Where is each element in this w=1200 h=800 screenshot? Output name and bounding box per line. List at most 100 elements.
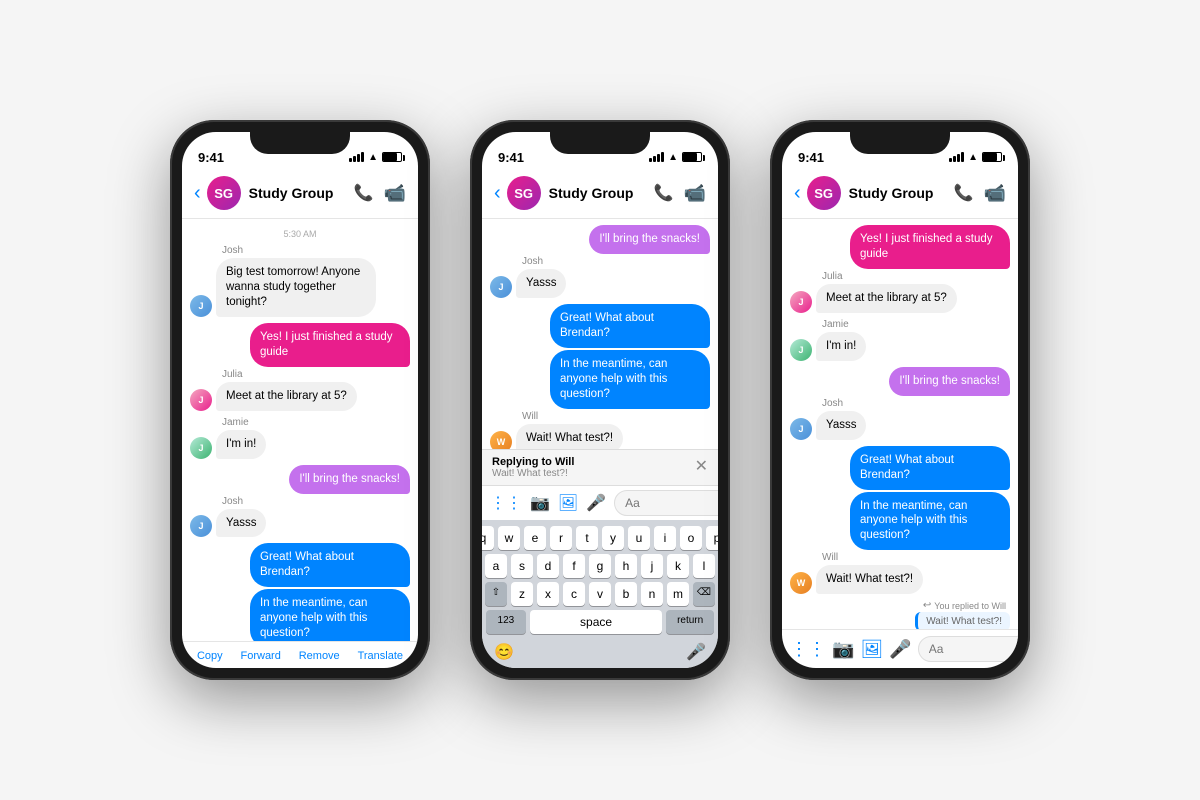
key-l[interactable]: l: [693, 554, 715, 578]
key-return[interactable]: return: [666, 610, 714, 634]
reply-to-label: Replying to Will: [492, 456, 574, 468]
key-c[interactable]: c: [563, 582, 585, 606]
msg-avatar-p3-jamie: J: [790, 339, 812, 361]
msg-row-3: J Meet at the library at 5?: [190, 382, 410, 411]
nav-bar-2: ‹ SG Study Group 📞 📹: [482, 172, 718, 219]
msg-row-6: J Yasss: [190, 509, 410, 538]
key-e[interactable]: e: [524, 526, 546, 550]
message-input-2[interactable]: [614, 490, 718, 516]
msg-group-josh-2: Josh J Yasss: [190, 496, 410, 538]
key-g[interactable]: g: [589, 554, 611, 578]
key-q[interactable]: q: [482, 526, 494, 550]
call-icon-1[interactable]: 📞: [354, 183, 374, 203]
kb-row-3: ⇧ z x c v b n m ⌫: [486, 582, 714, 606]
key-b[interactable]: b: [615, 582, 637, 606]
chat-title-2: Study Group: [549, 185, 654, 201]
bubble-p3-4: I'll bring the snacks!: [889, 367, 1010, 396]
key-backspace[interactable]: ⌫: [693, 582, 715, 606]
msg-avatar-josh-1: J: [190, 295, 212, 317]
key-p[interactable]: p: [706, 526, 718, 550]
apps-icon-3[interactable]: ⋮⋮: [790, 639, 826, 660]
translate-button[interactable]: Translate: [358, 650, 403, 662]
bubble-5: I'll bring the snacks!: [289, 465, 410, 494]
sender-name-p2-josh: Josh: [522, 256, 710, 267]
nav-icons-3: 📞 📹: [954, 183, 1006, 204]
avatar-2: SG: [507, 176, 541, 210]
key-y[interactable]: y: [602, 526, 624, 550]
forward-button[interactable]: Forward: [241, 650, 281, 662]
message-input-3[interactable]: [918, 636, 1018, 662]
key-u[interactable]: u: [628, 526, 650, 550]
signal-icon-2: [649, 152, 664, 162]
messages-area-1: 5:30 AM Josh J Big test tomorrow! Anyone…: [182, 219, 418, 641]
msg-row-p2-1: I'll bring the snacks!: [490, 225, 710, 254]
action-menu-1: Copy Forward Remove Translate: [182, 641, 418, 668]
nav-icons-1: 📞 📹: [354, 183, 406, 204]
mic-btn-kb[interactable]: 🎤: [686, 642, 706, 662]
photo-icon-3[interactable]: 🖼: [860, 639, 883, 660]
camera-icon-3[interactable]: 📷: [832, 639, 854, 660]
key-m[interactable]: m: [667, 582, 689, 606]
msg-group-julia-1: Julia J Meet at the library at 5?: [190, 369, 410, 411]
key-h[interactable]: h: [615, 554, 637, 578]
status-icons-3: ▲: [949, 152, 1002, 163]
emoji-btn-kb[interactable]: 😊: [494, 642, 514, 662]
msg-row-p3-1: Yes! I just finished a study guide: [790, 225, 1010, 269]
key-v[interactable]: v: [589, 582, 611, 606]
msg-group-jamie-1: Jamie J I'm in!: [190, 417, 410, 459]
key-r[interactable]: r: [550, 526, 572, 550]
key-w[interactable]: w: [498, 526, 520, 550]
key-i[interactable]: i: [654, 526, 676, 550]
remove-button[interactable]: Remove: [299, 650, 340, 662]
video-icon-3[interactable]: 📹: [984, 183, 1006, 204]
back-button-2[interactable]: ‹: [494, 182, 501, 205]
key-t[interactable]: t: [576, 526, 598, 550]
keyboard-bar-2: ⋮⋮ 📷 🖼 🎤 😊 👍: [482, 485, 718, 520]
msg-group-p2-will: Will W Wait! What test?!: [490, 411, 710, 449]
sender-name-julia-1: Julia: [222, 369, 410, 380]
key-o[interactable]: o: [680, 526, 702, 550]
key-shift[interactable]: ⇧: [485, 582, 507, 606]
back-button-3[interactable]: ‹: [794, 182, 801, 205]
reply-close-btn[interactable]: ✕: [695, 456, 708, 476]
key-space[interactable]: space: [530, 610, 663, 634]
screen-3: 9:41 ▲ ‹ SG Study Group: [782, 132, 1018, 668]
back-button-1[interactable]: ‹: [194, 182, 201, 205]
sender-name-josh-2: Josh: [222, 496, 410, 507]
time-2: 9:41: [498, 150, 524, 165]
key-z[interactable]: z: [511, 582, 533, 606]
mic-icon-3[interactable]: 🎤: [889, 639, 911, 660]
key-x[interactable]: x: [537, 582, 559, 606]
screen-1: 9:41 ▲ ‹ SG Study Group: [182, 132, 418, 668]
nav-bar-1: ‹ SG Study Group 📞 📹: [182, 172, 418, 219]
key-s[interactable]: s: [511, 554, 533, 578]
camera-icon[interactable]: 📷: [530, 493, 550, 513]
replied-msg-p3: Wait! What test?!: [915, 612, 1010, 629]
copy-button[interactable]: Copy: [197, 650, 223, 662]
key-123[interactable]: 123: [486, 610, 526, 634]
video-icon-1[interactable]: 📹: [384, 183, 406, 204]
photo-icon[interactable]: 🖼: [558, 493, 578, 513]
chat-title-1: Study Group: [249, 185, 354, 201]
msg-avatar-p2-will: W: [490, 431, 512, 450]
bubble-1: Big test tomorrow! Anyone wanna study to…: [216, 258, 376, 317]
msg-avatar-p2-josh: J: [490, 276, 512, 298]
reply-preview-2: Replying to Will Wait! What test?! ✕: [482, 449, 718, 485]
bubble-p3-8: Wait! What test?!: [816, 565, 923, 594]
phone-3: 9:41 ▲ ‹ SG Study Group: [770, 120, 1030, 680]
key-d[interactable]: d: [537, 554, 559, 578]
msg-row-7: Great! What about Brendan?: [190, 543, 410, 587]
key-n[interactable]: n: [641, 582, 663, 606]
call-icon-3[interactable]: 📞: [954, 183, 974, 203]
key-k[interactable]: k: [667, 554, 689, 578]
bubble-3: Meet at the library at 5?: [216, 382, 357, 411]
apps-icon[interactable]: ⋮⋮: [490, 493, 522, 513]
msg-row-p3-5: J Yasss: [790, 411, 1010, 440]
key-a[interactable]: a: [485, 554, 507, 578]
key-f[interactable]: f: [563, 554, 585, 578]
video-icon-2[interactable]: 📹: [684, 183, 706, 204]
msg-avatar-jamie-1: J: [190, 437, 212, 459]
mic-icon[interactable]: 🎤: [586, 493, 606, 513]
call-icon-2[interactable]: 📞: [654, 183, 674, 203]
key-j[interactable]: j: [641, 554, 663, 578]
